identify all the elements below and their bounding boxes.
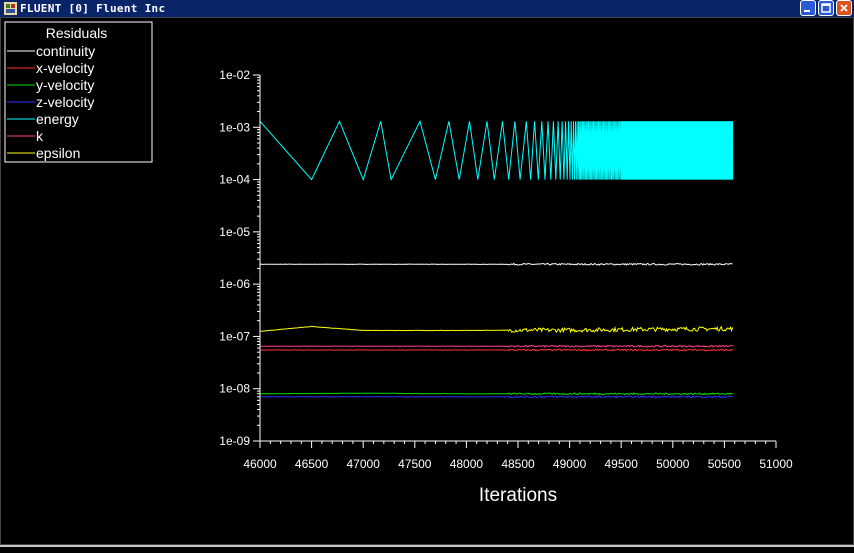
graphics-window[interactable]: 1e-09 1e-08 1e-07 1e-06 1e-05 1e-04 1e-03 1e-02… xyxy=(0,17,854,545)
series-line-z-velocity xyxy=(259,395,733,399)
y-tick-label: 1e-05 xyxy=(219,225,250,239)
series-line-epsilon xyxy=(260,325,734,334)
x-tick-label: 51000 xyxy=(759,457,793,471)
x-tick-label: 46000 xyxy=(243,457,277,471)
legend-entry-x-velocity: x-velocity xyxy=(36,60,94,76)
title-bar: FLUENT [0] Fluent Inc xyxy=(0,0,854,17)
plot-area xyxy=(259,119,734,399)
legend: Residuals continuityx-velocityy-velocityz… xyxy=(4,21,153,163)
y-tick-label: 1e-02 xyxy=(219,68,250,82)
y-tick-label: 1e-03 xyxy=(219,120,250,134)
legend-title: Residuals xyxy=(46,25,107,41)
x-tick-label: 50000 xyxy=(656,457,690,471)
x-tick-label: 49500 xyxy=(605,457,639,471)
fluent-app-icon xyxy=(3,2,17,16)
maximize-icon[interactable] xyxy=(818,0,834,16)
legend-entry-y-velocity: y-velocity xyxy=(36,77,94,93)
x-tick-label: 47000 xyxy=(347,457,381,471)
y-tick-label: 1e-04 xyxy=(219,173,250,187)
x-tick-label: 46500 xyxy=(295,457,329,471)
y-tick-label: 1e-06 xyxy=(219,277,250,291)
window-controls xyxy=(800,0,852,16)
x-tick-label: 48000 xyxy=(450,457,484,471)
x-axis-label: Iterations xyxy=(479,485,557,506)
legend-entry-k: k xyxy=(36,128,44,144)
x-tick-label: 49000 xyxy=(553,457,587,471)
series-band-energy xyxy=(621,121,733,180)
legend-entry-energy: energy xyxy=(36,111,79,127)
legend-entry-continuity: continuity xyxy=(36,43,95,59)
x-tick-label: 47500 xyxy=(398,457,432,471)
x-tick-label: 50500 xyxy=(708,457,742,471)
residuals-chart: 1e-09 1e-08 1e-07 1e-06 1e-05 1e-04 1e-03 1e-02… xyxy=(4,21,793,506)
legend-entry-z-velocity: z-velocity xyxy=(36,94,94,110)
close-icon[interactable] xyxy=(836,0,852,16)
minimize-icon[interactable] xyxy=(800,0,816,16)
status-bar xyxy=(0,545,854,553)
legend-entry-epsilon: epsilon xyxy=(36,145,80,161)
series-line-x-velocity xyxy=(259,348,733,352)
y-tick-label: 1e-09 xyxy=(219,434,250,448)
series-line-continuity xyxy=(259,262,733,266)
x-tick-label: 48500 xyxy=(501,457,535,471)
y-tick-label: 1e-08 xyxy=(219,382,250,396)
y-tick-label: 1e-07 xyxy=(219,329,250,343)
series-line-y-velocity xyxy=(259,392,733,396)
window-title: FLUENT [0] Fluent Inc xyxy=(20,2,166,15)
series-line-k xyxy=(259,344,733,348)
